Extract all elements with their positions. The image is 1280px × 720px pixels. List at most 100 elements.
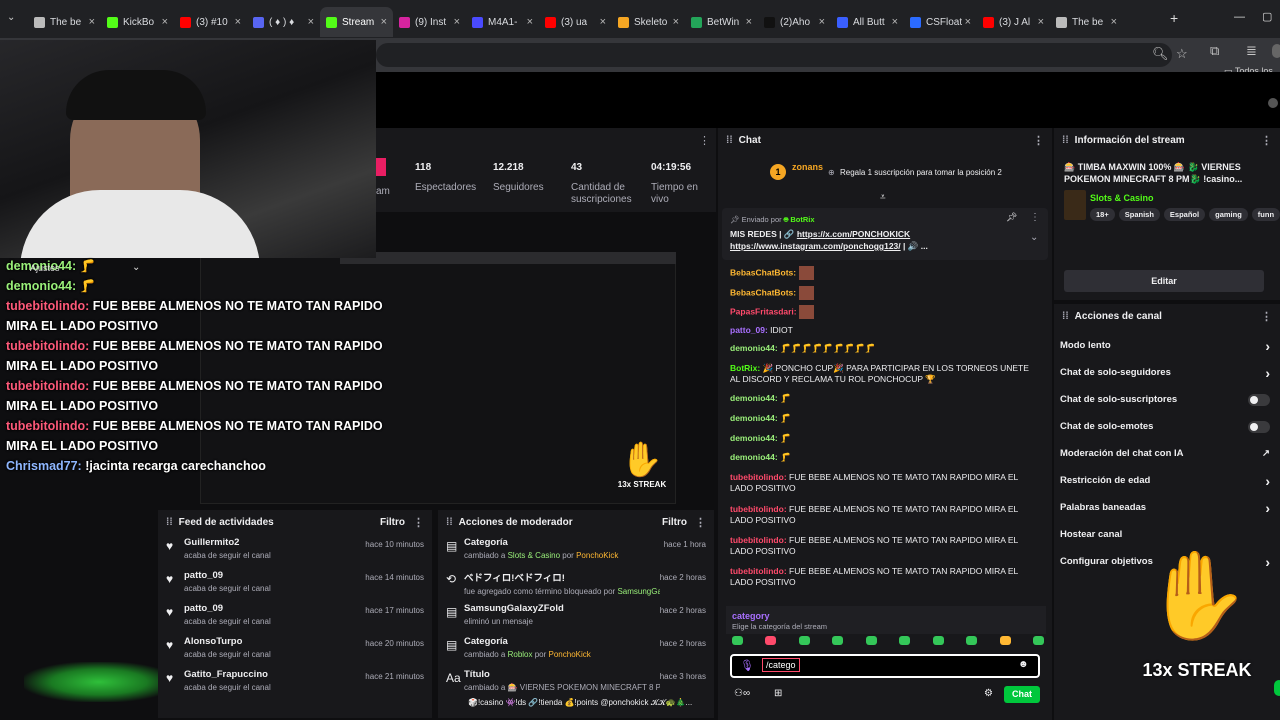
bookmark-star-icon[interactable]: ☆ [1176,46,1188,62]
chat-input-value[interactable]: /catego [762,658,800,672]
stream-tag[interactable]: 18+ [1090,208,1115,221]
side-fab[interactable] [1274,680,1280,696]
quick-emote-icon[interactable] [865,636,877,645]
mod-actions-menu-icon[interactable]: ⋮ [695,516,706,529]
activity-feed-name[interactable]: Gatito_Frapuccino [184,669,365,680]
activity-feed-name[interactable]: Guillermito2 [184,537,365,548]
quick-emote-icon[interactable] [832,636,844,645]
chat-username[interactable]: patto_09: [730,325,768,335]
chat-message[interactable]: demonio44: 🦵🦵🦵🦵🦵🦵🦵🦵🦵 [730,343,1040,354]
shop-icon[interactable]: ⊞ [774,688,782,699]
unpin-icon[interactable]: 📌︎ [1006,212,1017,223]
mod-action-row[interactable]: ▤ Categoría cambiado a Roblox por PonchoKi… [438,636,714,669]
activity-feed-name[interactable]: patto_09 [184,570,365,581]
chat-message[interactable]: tubebitolindo: FUE BEBE ALMENOS NO TE MA… [730,566,1040,588]
top-gifter-name[interactable]: zonans [792,162,823,172]
mod-action-highlight[interactable]: Roblox [508,650,533,659]
stream-category[interactable]: Slots & Casino [1090,193,1154,203]
chevron-right-icon[interactable]: › [1265,500,1270,516]
stats-menu-icon[interactable]: ⋮ [699,134,710,147]
chat-username[interactable]: PapasFritasdari: [730,306,797,316]
chat-username[interactable]: tubebitolindo: [730,504,787,514]
edit-stream-button[interactable]: Editar [1064,270,1264,292]
tab-close-icon[interactable]: × [381,16,387,28]
mod-action-row[interactable]: ▤ Categoría cambiado a Slots & Casino por … [438,537,714,570]
pinned-link-instagram[interactable]: https://www.instagram.com/ponchogg123/ [730,241,901,251]
chat-message[interactable]: tubebitolindo: FUE BEBE ALMENOS NO TE MA… [730,504,1040,526]
chat-send-button[interactable]: Chat [1004,686,1040,703]
tab-close-icon[interactable]: × [746,16,752,28]
stream-tag[interactable]: gaming [1209,208,1248,221]
toggle-switch[interactable] [1248,393,1270,406]
browser-tab[interactable]: The be × [1050,7,1123,37]
expand-pinned-icon[interactable]: ⌄ [1030,232,1038,243]
tab-close-icon[interactable]: × [1111,16,1117,28]
mic-icon[interactable]: 🎙︎ [740,659,754,672]
chat-menu-icon[interactable]: ⋮ [1033,134,1044,147]
emote-quick-bar[interactable] [732,636,1044,650]
tab-close-icon[interactable]: × [235,16,241,28]
chevron-right-icon[interactable]: › [1265,473,1270,489]
quick-emote-icon[interactable] [765,636,777,645]
quick-emote-icon[interactable] [798,636,810,645]
chat-username[interactable]: demonio44: [730,452,778,462]
browser-tab[interactable]: (3) J Al × [977,7,1050,37]
command-suggestion[interactable]: category Elige la categoría del stream [726,606,1046,634]
browser-tab[interactable]: (3) ua × [539,7,612,37]
activity-feed-row[interactable]: ♥ AlonsoTurpo acaba de seguir el canal hace… [158,636,432,669]
chat-message[interactable]: demonio44: 🦵 [730,433,1040,444]
tab-close-icon[interactable]: × [673,16,679,28]
quick-emote-icon[interactable] [899,636,911,645]
chevron-right-icon[interactable]: › [1265,554,1270,570]
activity-feed-row[interactable]: ♥ Guillermito2 acaba de seguir el canal hac… [158,537,432,570]
browser-tab[interactable]: (2)Aho × [758,7,831,37]
tab-close-icon[interactable]: × [527,16,533,28]
new-tab-button[interactable]: + [1170,10,1178,26]
chat-message[interactable]: BotRix: 🎉 PONCHO CUP🎉 PARA PARTICIPAR EN… [730,363,1040,385]
activity-feed-row[interactable]: ♥ Gatito_Frapuccino acaba de seguir el can… [158,669,432,702]
channel-action-row[interactable]: Restricción de edad › [1054,467,1280,494]
chat-input[interactable]: 🎙︎ /catego ☻ [730,654,1040,678]
profile-avatar[interactable] [1272,44,1280,58]
activity-feed-name[interactable]: AlonsoTurpo [184,636,365,647]
browser-tab[interactable]: The be × [28,7,101,37]
pinned-menu-icon[interactable]: ⋮ [1030,212,1040,223]
mod-action-highlight[interactable]: SamsungGalaxyZFold [617,587,659,596]
user-avatar[interactable] [1268,98,1278,108]
stream-tag[interactable]: funn [1251,208,1280,221]
reading-list-icon[interactable]: ≣ [1246,43,1257,59]
chat-username[interactable]: tubebitolindo: [730,472,787,482]
pinned-by-user[interactable]: BotRix [790,215,814,224]
chat-username[interactable]: demonio44: [730,393,778,403]
mod-actions-drag-icon[interactable]: ⁞⁞ [446,517,453,528]
mod-action-actor[interactable]: PonchoKick [549,650,591,659]
activity-feed-row[interactable]: ♥ patto_09 acaba de seguir el canal hace 17… [158,603,432,636]
chat-username[interactable]: BebasChatBots: [730,287,796,297]
chat-message[interactable]: tubebitolindo: FUE BEBE ALMENOS NO TE MA… [730,472,1040,494]
chat-username[interactable]: demonio44: [730,343,778,353]
chat-message[interactable]: demonio44: 🦵 [730,393,1040,404]
maximize-icon[interactable]: ▢ [1262,10,1272,23]
browser-tab[interactable]: Skeleto × [612,7,685,37]
tab-close-icon[interactable]: × [965,16,971,28]
tab-close-icon[interactable]: × [600,16,606,28]
extensions-icon[interactable]: ⧉ [1210,43,1219,59]
toggle-switch[interactable] [1248,420,1270,433]
chat-message[interactable]: demonio44: 🦵 [730,413,1040,424]
browser-tab[interactable]: ( ♦ ) ♦ × [247,7,320,37]
chat-username[interactable]: demonio44: [730,413,778,423]
chat-message[interactable]: patto_09: IDIOT [730,325,1040,336]
stream-tag[interactable]: Spanish [1118,208,1160,221]
quick-emote-icon[interactable] [966,636,978,645]
external-link-icon[interactable]: ↗ [1262,448,1270,459]
activity-feed-filter-button[interactable]: Filtro [380,517,405,528]
tab-search-icon[interactable]: ⌄ [7,12,15,23]
browser-tab[interactable]: KickBo × [101,7,174,37]
tab-close-icon[interactable]: × [162,16,168,28]
chat-drag-icon[interactable]: ⁞⁞ [726,135,733,146]
stream-tag[interactable]: Español [1163,208,1206,221]
channel-action-row[interactable]: Modo lento › [1054,332,1280,359]
activity-feed-menu-icon[interactable]: ⋮ [413,516,424,529]
channel-action-row[interactable]: Moderación del chat con IA ↗ [1054,440,1280,467]
channel-actions-menu-icon[interactable]: ⋮ [1261,310,1272,323]
